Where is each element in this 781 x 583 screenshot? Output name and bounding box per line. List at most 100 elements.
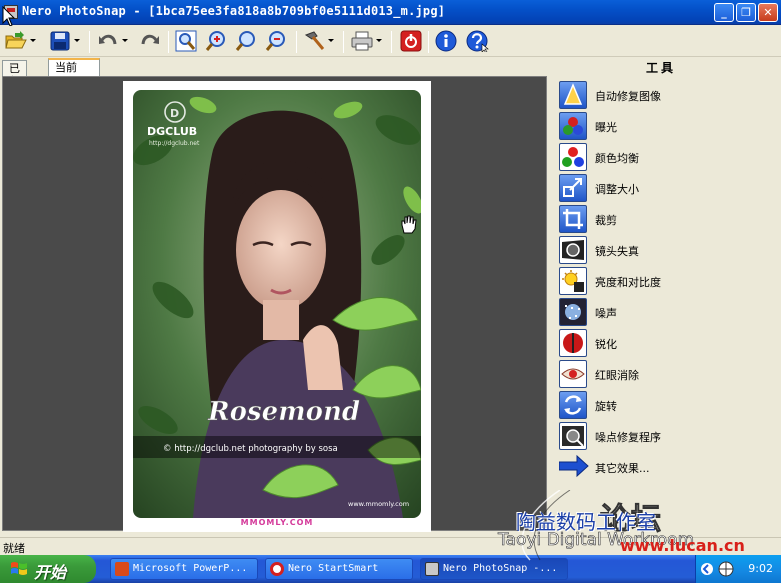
zoom-actual-icon [235, 31, 255, 51]
status-text: 就绪 [3, 542, 25, 555]
exposure-icon [559, 112, 587, 140]
photo: D DGCLUB http://dgclub.net Rosemond © ht… [133, 90, 421, 518]
tool-label: 裁剪 [595, 214, 617, 227]
restore-button[interactable]: ❐ [736, 3, 756, 22]
tool-label: 颜色均衡 [595, 152, 639, 165]
tool-label: 调整大小 [595, 183, 639, 196]
exit-button[interactable] [399, 29, 423, 53]
zoom-out-icon [265, 31, 285, 51]
tool-rotate[interactable]: 旋转 [559, 391, 769, 419]
start-label: 开始 [34, 563, 67, 582]
save-button[interactable] [48, 29, 80, 53]
arrow-right-icon [558, 453, 589, 481]
title-bar[interactable]: Nero PhotoSnap - [1bca75ee3fa818a8b709bf… [0, 0, 781, 25]
image-canvas: D DGCLUB http://dgclub.net Rosemond © ht… [123, 81, 431, 532]
tool-lens-distortion[interactable]: 镜头失真 [559, 236, 769, 264]
tool-red-eye[interactable]: 红眼消除 [559, 360, 769, 388]
tool-label: 镜头失真 [595, 245, 639, 258]
minimize-button[interactable]: _ [714, 3, 734, 22]
floppy-save-icon [50, 31, 70, 51]
close-button[interactable]: ✕ [758, 3, 778, 22]
clock[interactable]: 9:02 [748, 562, 773, 575]
toolbar [0, 26, 781, 57]
print-button[interactable] [350, 29, 382, 53]
color-balance-icon [559, 143, 587, 171]
noise-repair-icon [559, 422, 587, 450]
power-icon [400, 30, 422, 52]
hammer-icon [304, 31, 325, 50]
corner-mark: www.mmomly.com [348, 500, 409, 508]
start-button[interactable]: 开始 [0, 555, 96, 583]
logo-text: DGCLUB [147, 125, 197, 138]
taskbar-item-powerpoint[interactable]: Microsoft PowerP... [110, 558, 258, 580]
nero-icon [270, 562, 284, 576]
tools-button[interactable] [302, 29, 334, 53]
printer-icon [351, 31, 373, 51]
zoom-fit-button[interactable] [174, 29, 198, 53]
tool-color-balance[interactable]: 颜色均衡 [559, 143, 769, 171]
chevron-left-icon[interactable] [700, 562, 714, 576]
info-button[interactable] [434, 29, 458, 53]
tool-label: 亮度和对比度 [595, 276, 661, 289]
redo-icon [141, 34, 159, 45]
tool-exposure[interactable]: 曝光 [559, 112, 769, 140]
tool-label: 其它效果... [595, 462, 650, 475]
auto-fix-icon [559, 81, 587, 109]
photosnap-window: Nero PhotoSnap - [1bca75ee3fa818a8b709bf… [0, 0, 781, 583]
tool-sharpen[interactable]: 锐化 [559, 329, 769, 357]
network-icon[interactable] [718, 561, 734, 577]
folder-open-icon [5, 31, 27, 49]
undo-icon [99, 34, 117, 45]
tool-noise[interactable]: 噪声 [559, 298, 769, 326]
windows-flag-icon [11, 562, 27, 575]
taskbar: 开始 Microsoft PowerP... Nero StartSmart N… [0, 555, 781, 583]
tool-resize[interactable]: 调整大小 [559, 174, 769, 202]
open-button[interactable] [4, 29, 36, 53]
system-tray: 9:02 [695, 555, 781, 583]
portrait-photo: D DGCLUB http://dgclub.net Rosemond © ht… [133, 90, 421, 518]
info-icon [435, 30, 457, 52]
tool-label: 旋转 [595, 400, 617, 413]
tool-more-effects[interactable]: 其它效果... [558, 453, 769, 481]
resize-icon [559, 174, 587, 202]
taskbar-item-nero-photosnap[interactable]: Nero PhotoSnap -... [420, 558, 568, 580]
photo-credit: © http://dgclub.net photography by sosa [163, 444, 338, 454]
brightness-contrast-icon [559, 267, 587, 295]
lens-distortion-icon [559, 236, 587, 264]
photo-caption: Rosemond [207, 397, 360, 427]
svg-text:D: D [170, 107, 179, 120]
image-footer: MMOMLY.COM [240, 518, 314, 527]
tab-current[interactable]: 当前 [48, 58, 100, 76]
hand-cursor-icon [401, 215, 417, 234]
tool-noise-repair[interactable]: 噪点修复程序 [559, 422, 769, 450]
status-bar: 就绪 [0, 537, 781, 555]
taskbar-item-nero-startsmart[interactable]: Nero StartSmart [265, 558, 413, 580]
sharpen-icon [559, 329, 587, 357]
tools-header: 工具 [645, 61, 676, 75]
mouse-cursor-icon [2, 6, 16, 27]
zoom-in-icon [205, 31, 225, 51]
noise-icon [559, 298, 587, 326]
zoom-in-button[interactable] [204, 29, 228, 53]
tool-label: 曝光 [595, 121, 617, 134]
tool-label: 噪声 [595, 307, 617, 320]
redo-button[interactable] [138, 29, 162, 53]
logo-subtext: http://dgclub.net [149, 140, 200, 147]
powerpoint-icon [115, 562, 129, 576]
tools-panel: 工具 自动修复图像 曝光 颜色均衡 调整大小 裁剪 镜头失真 亮度和对比度 噪声… [548, 57, 781, 531]
help-button[interactable] [466, 29, 490, 53]
tab-saved[interactable]: 已保存 [2, 60, 27, 101]
undo-button[interactable] [96, 29, 128, 53]
crop-icon [559, 205, 587, 233]
tool-label: 噪点修复程序 [595, 431, 661, 444]
tool-auto-fix[interactable]: 自动修复图像 [559, 81, 769, 109]
tool-crop[interactable]: 裁剪 [559, 205, 769, 233]
zoom-100-button[interactable] [234, 29, 258, 53]
rotate-icon [559, 391, 587, 419]
window-title: Nero PhotoSnap - [1bca75ee3fa818a8b709bf… [22, 4, 446, 18]
tool-brightness-contrast[interactable]: 亮度和对比度 [559, 267, 769, 295]
zoom-out-button[interactable] [264, 29, 288, 53]
image-viewer[interactable]: D DGCLUB http://dgclub.net Rosemond © ht… [2, 76, 547, 532]
tool-label: 自动修复图像 [595, 90, 661, 103]
photosnap-icon [425, 562, 439, 576]
